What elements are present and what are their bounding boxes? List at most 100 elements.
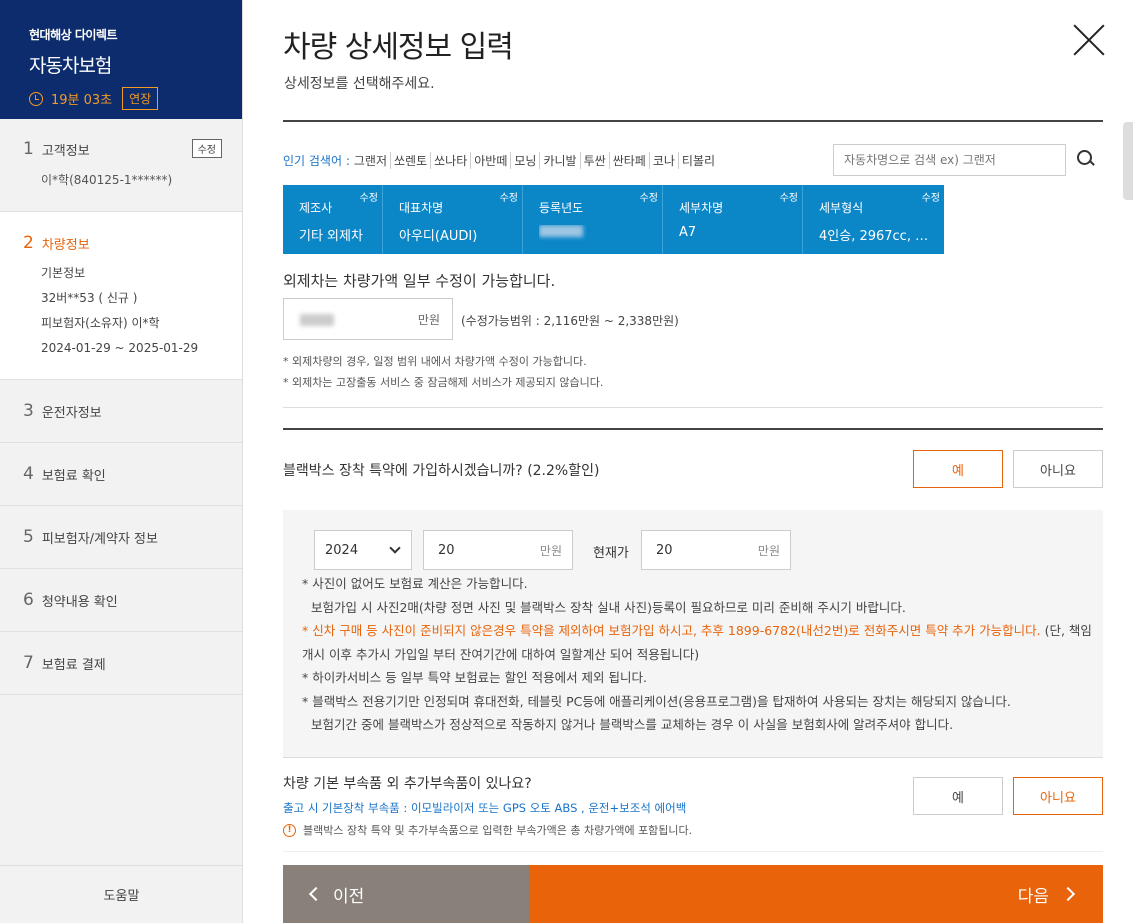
prev-label: 이전 <box>333 886 365 907</box>
note-line: 보험가입 시 사진2매(차량 정면 사진 및 블랙박스 장착 실내 사진)등록이… <box>311 599 906 615</box>
cell-manufacturer[interactable]: 수정 제조사 기타 외제차 <box>283 185 383 254</box>
price-range: (수정가능범위 : 2,116만원 ~ 2,338만원) <box>461 314 679 328</box>
keyword-link[interactable]: 코나 <box>648 152 678 169</box>
note-line: 보험기간 중에 블랙박스가 정상적으로 작동하지 않거나 블랙박스를 교체하는 … <box>311 717 954 732</box>
cell-value: 4인승, 2967cc, … <box>819 229 929 244</box>
current-price-input[interactable]: 20 만원 <box>641 530 791 570</box>
step-label: 고객정보 <box>41 143 90 159</box>
keyword-link[interactable]: 카니발 <box>539 152 579 169</box>
help-button[interactable]: 도움말 <box>0 865 243 923</box>
keyword-link[interactable]: 싼타페 <box>608 152 649 169</box>
keyword-link[interactable]: 티볼리 <box>677 152 718 169</box>
step-label: 보험료 결제 <box>41 657 106 673</box>
search-icon[interactable] <box>1077 150 1095 168</box>
step-number: 5 <box>23 527 34 547</box>
keyword-link[interactable]: 그랜저 <box>354 152 390 169</box>
edit-year-button[interactable]: 수정 <box>640 189 658 204</box>
chevron-left-icon <box>308 886 324 902</box>
edit-detail-type-button[interactable]: 수정 <box>922 189 940 204</box>
page-subtitle: 상세정보를 선택해주세요. <box>284 76 435 92</box>
close-icon[interactable] <box>1071 22 1107 58</box>
prev-button[interactable]: 이전 <box>283 865 529 923</box>
foreign-car-notice: 외제차는 차량가액 일부 수정이 가능합니다. <box>283 272 556 290</box>
blackbox-details: 2024 20 만원 현재가 20 만원 * 사진이 없어도 보험료 계산은 가… <box>283 510 1103 757</box>
timer-text: 19분 03초 <box>51 93 113 108</box>
step-label: 청약내용 확인 <box>41 594 118 610</box>
current-price-label: 현재가 <box>593 546 629 561</box>
input-value: 20 <box>656 542 673 558</box>
cell-detail-model[interactable]: 수정 세부차명 A7 <box>663 185 803 254</box>
blackbox-price-input[interactable]: 20 만원 <box>423 530 573 570</box>
cell-value-redacted <box>539 225 662 241</box>
accessory-warning: ! 블랙박스 장착 특약 및 추가부속품으로 입력한 부속가액은 총 차량가액에 … <box>283 822 692 838</box>
page-title: 차량 상세정보 입력 <box>283 30 514 65</box>
next-label: 다음 <box>1017 886 1049 907</box>
input-value: 20 <box>438 542 455 558</box>
accessory-yes-button[interactable]: 예 <box>913 777 1003 815</box>
step-vehicle-info[interactable]: 2 차량정보 기본정보 32버**53 ( 신규 ) 피보험자(소유자) 이*학 … <box>0 212 242 380</box>
cell-reg-year[interactable]: 수정 등록년도 <box>523 185 663 254</box>
cell-model[interactable]: 수정 대표차명 아우디(AUDI) <box>383 185 523 254</box>
keyword-link[interactable]: 아반떼 <box>470 152 510 169</box>
step-customer-info[interactable]: 1 고객정보 수정 이*학(840125-1******) <box>0 119 242 212</box>
warning-icon: ! <box>283 823 296 837</box>
step-number: 4 <box>23 464 34 484</box>
sidebar: 현대해상 다이렉트 자동차보험 19분 03초 연장 1 고객정보 수정 이*학(… <box>0 0 243 923</box>
note-line: * 신차 구매 등 사진이 준비되지 않은경우 특약을 제외하여 보험가입 하시… <box>302 619 1102 666</box>
warning-text: 블랙박스 장착 특약 및 추가부속품으로 입력한 부속가액은 총 차량가액에 포… <box>303 824 693 837</box>
keyword-link[interactable]: 모닝 <box>510 152 539 169</box>
step-number: 7 <box>23 653 34 673</box>
step-payment[interactable]: 7 보험료 결제 <box>0 632 242 695</box>
step-application-check[interactable]: 6 청약내용 확인 <box>0 569 242 632</box>
popular-label: 인기 검색어 : <box>283 154 350 168</box>
car-info-table: 수정 제조사 기타 외제차 수정 대표차명 아우디(AUDI) 수정 등록년도 … <box>283 185 944 254</box>
year-select[interactable]: 2024 <box>314 530 412 570</box>
step-premium-check[interactable]: 4 보험료 확인 <box>0 443 242 506</box>
accessory-no-button[interactable]: 아니요 <box>1013 777 1103 815</box>
edit-detail-model-button[interactable]: 수정 <box>780 189 798 204</box>
input-unit: 만원 <box>757 543 780 558</box>
cell-value: A7 <box>679 225 697 240</box>
step-number: 6 <box>23 590 34 610</box>
redaction-blur <box>300 314 334 326</box>
note-highlight: * 신차 구매 등 사진이 준비되지 않은경우 특약을 제외하여 보험가입 하시… <box>302 623 1041 638</box>
price-unit: 만원 <box>417 312 440 327</box>
blackbox-yes-button[interactable]: 예 <box>913 450 1003 488</box>
extend-button[interactable]: 연장 <box>122 87 159 110</box>
session-timer: 19분 03초 연장 <box>29 87 242 110</box>
cell-detail-type[interactable]: 수정 세부형식 4인승, 2967cc, … <box>803 185 944 254</box>
divider <box>283 428 1103 430</box>
customer-summary: 이*학(840125-1******) <box>41 173 173 187</box>
step-label: 피보험자/계약자 정보 <box>41 531 158 547</box>
input-unit: 만원 <box>539 543 562 558</box>
next-button[interactable]: 다음 <box>529 865 1103 923</box>
vehicle-summary-line: 기본정보 <box>41 266 86 280</box>
note-line: * 사진이 없어도 보험료 계산은 가능합니다. <box>302 576 528 591</box>
note-line: * 하이카서비스 등 일부 특약 보험료는 할인 적용에서 제외 됩니다. <box>302 670 647 685</box>
accessory-section: 차량 기본 부속품 외 추가부속품이 있나요? 출고 시 기본장착 부속품 : … <box>283 773 692 838</box>
keyword-link[interactable]: 쏘렌토 <box>390 152 430 169</box>
chevron-right-icon <box>1060 886 1076 902</box>
company-name: 현대해상 다이렉트 <box>29 28 118 42</box>
edit-manufacturer-button[interactable]: 수정 <box>360 189 378 204</box>
popular-keywords: 인기 검색어 : 그랜저 쏘렌토 쏘나타 아반떼 모닝 카니발 투싼 싼타페 코… <box>283 152 718 169</box>
car-price-input[interactable]: 만원 <box>283 298 453 340</box>
edit-customer-button[interactable]: 수정 <box>191 139 222 158</box>
keyword-link[interactable]: 투싼 <box>579 152 609 169</box>
redaction-blur <box>539 225 583 237</box>
divider <box>283 757 1103 758</box>
brand-header: 현대해상 다이렉트 자동차보험 19분 03초 연장 <box>0 0 242 119</box>
vehicle-summary: 기본정보 32버**53 ( 신규 ) 피보험자(소유자) 이*학 2024-0… <box>41 261 242 361</box>
side-tab-handle[interactable] <box>1123 122 1133 200</box>
step-insured-info[interactable]: 5 피보험자/계약자 정보 <box>0 506 242 569</box>
year-value: 2024 <box>325 542 359 558</box>
divider <box>283 407 1103 408</box>
car-search-input[interactable] <box>833 144 1066 176</box>
clock-icon <box>29 91 43 106</box>
step-driver-info[interactable]: 3 운전자정보 <box>0 380 242 443</box>
blackbox-notes: * 사진이 없어도 보험료 계산은 가능합니다. 보험가입 시 사진2매(차량 … <box>302 572 1102 737</box>
blackbox-no-button[interactable]: 아니요 <box>1013 450 1103 488</box>
keyword-link[interactable]: 쏘나타 <box>430 152 470 169</box>
edit-model-button[interactable]: 수정 <box>500 189 518 204</box>
step-label: 보험료 확인 <box>41 468 106 484</box>
